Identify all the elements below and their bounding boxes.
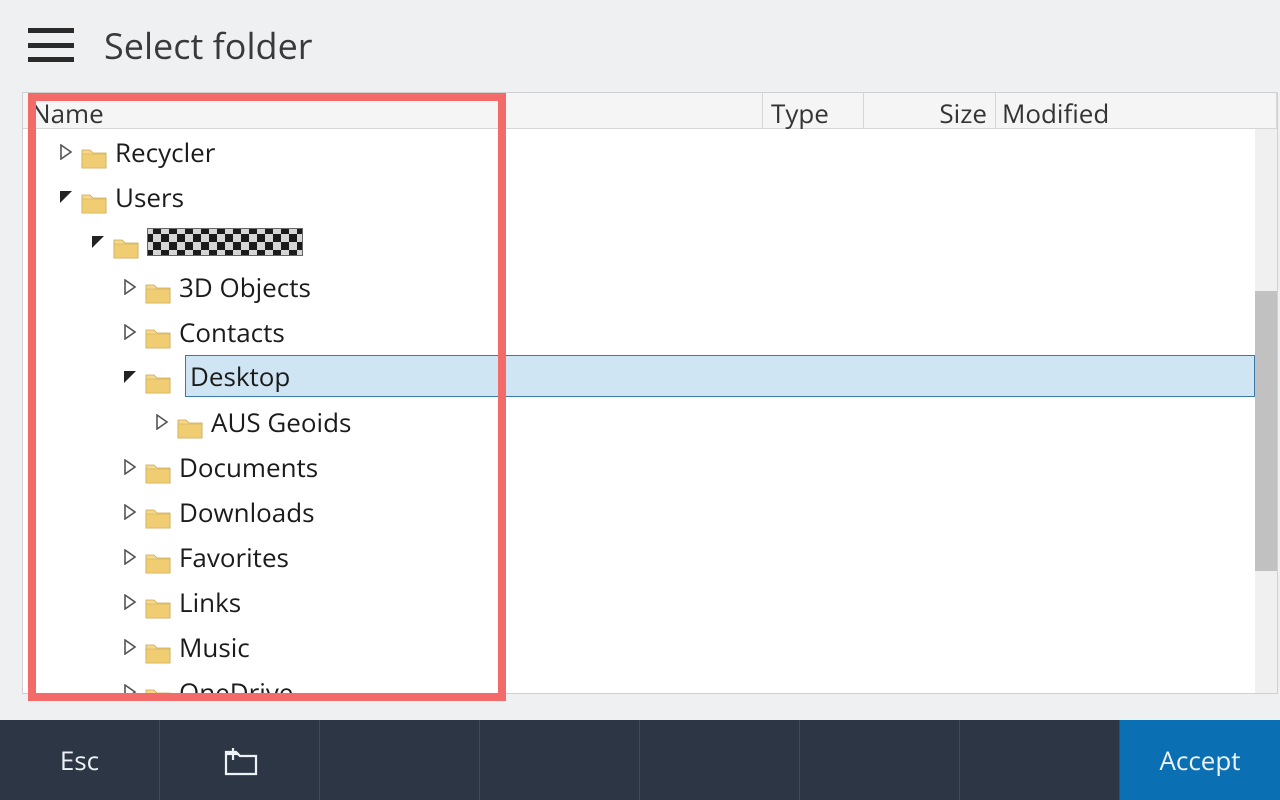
folder-browser: Name Type Size Modified Recycler Users 3D … [22,92,1278,694]
folder-icon [145,456,171,478]
hamburger-menu-button[interactable] [28,28,74,62]
folder-icon [145,501,171,523]
folder-label: Documents [179,449,318,485]
folder-tree-item[interactable]: Documents [23,444,1255,489]
accept-button[interactable]: Accept [1120,720,1280,800]
collapse-arrow-icon[interactable] [55,189,77,205]
folder-label: Users [115,179,184,215]
new-folder-icon [222,744,258,776]
folder-tree-item[interactable]: Downloads [23,489,1255,534]
expand-arrow-icon[interactable] [119,639,141,655]
folder-label: Music [179,629,250,665]
column-header-name[interactable]: Name [23,93,763,128]
folder-tree-item[interactable]: Music [23,624,1255,669]
folder-icon [81,186,107,208]
folder-icon [145,591,171,613]
folder-tree-item[interactable]: 3D Objects [23,264,1255,309]
expand-arrow-icon[interactable] [119,324,141,340]
expand-arrow-icon[interactable] [55,144,77,160]
folder-tree-item[interactable]: Recycler [23,129,1255,174]
vertical-scrollbar[interactable] [1255,129,1277,693]
folder-tree-item[interactable] [23,219,1255,264]
folder-label: AUS Geoids [211,404,351,440]
username-folder-obscured [147,228,303,256]
folder-tree[interactable]: Recycler Users 3D Objects Contacts Desktop AU… [23,129,1255,693]
column-header-modified[interactable]: Modified [996,93,1277,128]
folder-tree-item[interactable]: Links [23,579,1255,624]
folder-icon [145,276,171,298]
folder-label: Contacts [179,314,285,350]
expand-arrow-icon[interactable] [119,279,141,295]
folder-tree-item[interactable]: Desktop [23,354,1255,399]
expand-arrow-icon[interactable] [119,594,141,610]
folder-icon [145,681,171,694]
footer-toolbar: Esc Accept [0,720,1280,800]
collapse-arrow-icon[interactable] [119,369,141,385]
folder-label: Downloads [179,494,315,530]
folder-label: Links [179,584,241,620]
folder-tree-item[interactable]: Favorites [23,534,1255,579]
folder-label: Favorites [179,539,289,575]
new-folder-button[interactable] [160,720,320,800]
folder-icon [145,321,171,343]
folder-label: Recycler [115,134,215,170]
expand-arrow-icon[interactable] [119,684,141,694]
expand-arrow-icon[interactable] [151,414,173,430]
column-header-type[interactable]: Type [763,93,864,128]
folder-icon [113,231,139,253]
folder-tree-item[interactable]: OneDrive [23,669,1255,693]
folder-icon [145,546,171,568]
folder-label-selected: Desktop [185,355,1255,397]
page-title: Select folder [104,21,313,70]
folder-tree-item[interactable]: Users [23,174,1255,219]
folder-icon [145,366,171,388]
folder-tree-item[interactable]: AUS Geoids [23,399,1255,444]
hamburger-line [28,43,74,48]
hamburger-line [28,28,74,33]
folder-label: OneDrive [179,674,293,694]
expand-arrow-icon[interactable] [119,504,141,520]
folder-icon [145,636,171,658]
footer-slot-5[interactable] [640,720,800,800]
collapse-arrow-icon[interactable] [87,234,109,250]
folder-tree-item[interactable]: Contacts [23,309,1255,354]
esc-label: Esc [60,742,99,778]
footer-slot-7[interactable] [960,720,1120,800]
footer-slot-3[interactable] [320,720,480,800]
folder-label: 3D Objects [179,269,311,305]
expand-arrow-icon[interactable] [119,549,141,565]
folder-icon [81,141,107,163]
scroll-thumb[interactable] [1255,291,1277,571]
folder-icon [177,411,203,433]
hamburger-line [28,57,74,62]
footer-slot-6[interactable] [800,720,960,800]
column-header-size[interactable]: Size [864,93,996,128]
footer-slot-4[interactable] [480,720,640,800]
header: Select folder [0,0,1280,90]
expand-arrow-icon[interactable] [119,459,141,475]
esc-button[interactable]: Esc [0,720,160,800]
accept-label: Accept [1159,742,1240,778]
column-headers: Name Type Size Modified [23,93,1277,129]
